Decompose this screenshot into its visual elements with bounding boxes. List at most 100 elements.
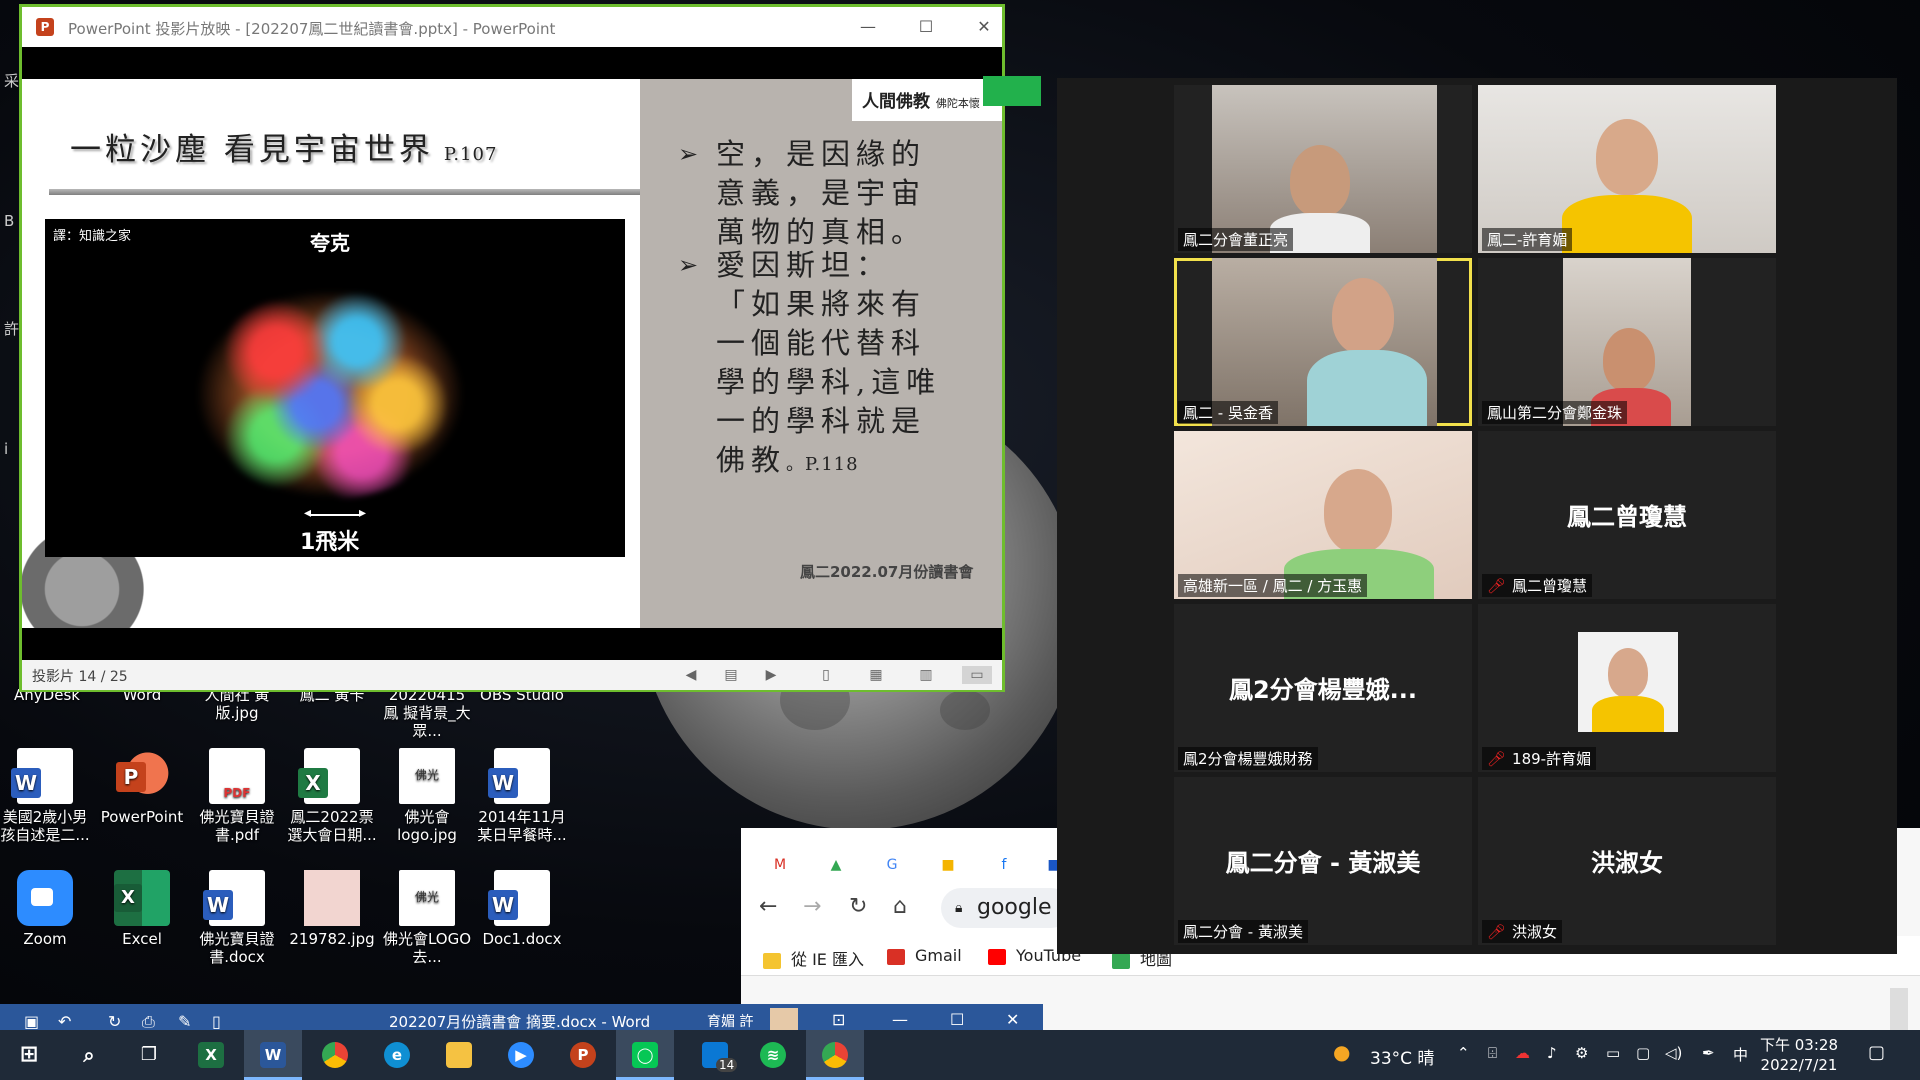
- desktop-icon[interactable]: Zoom: [0, 870, 90, 948]
- forward-icon[interactable]: →: [803, 894, 821, 919]
- desktop-icon-label: 2014年11月某日早餐時...: [477, 808, 567, 844]
- keep-icon[interactable]: ■: [935, 854, 961, 876]
- participant-tile-active-speaker[interactable]: 鳳二 - 吳金香: [1174, 258, 1472, 426]
- desktop-icon[interactable]: 鳳二2022票選大會日期...: [287, 748, 377, 844]
- meet-now-icon[interactable]: ⌹: [1488, 1044, 1497, 1062]
- minimize-button[interactable]: —: [892, 1010, 908, 1029]
- bookmark-gmail[interactable]: Gmail: [887, 946, 962, 965]
- gmail-icon[interactable]: M: [767, 854, 793, 876]
- taskbar-store[interactable]: 14: [686, 1030, 744, 1080]
- chevron-up-icon[interactable]: ⌃: [1457, 1044, 1470, 1062]
- taskbar-line[interactable]: ◯: [616, 1030, 674, 1080]
- participant-tile[interactable]: 🎤︎ 189-許育媚: [1478, 604, 1776, 772]
- undo-icon[interactable]: ↶: [58, 1012, 71, 1031]
- reload-icon[interactable]: ↻: [849, 894, 867, 919]
- word-doc-icon: [11, 748, 73, 804]
- clock-date: 2022/7/21: [1760, 1056, 1838, 1074]
- bookmark-label: 從 IE 匯入: [791, 950, 865, 969]
- participant-name: 鳳二-許育媚: [1482, 228, 1573, 251]
- window-titlebar[interactable]: P PowerPoint 投影片放映 - [202207鳳二世紀讀書會.pptx…: [22, 7, 1002, 47]
- participant-name: 洪淑女: [1512, 923, 1558, 941]
- participant-tile[interactable]: 鳳2分會楊豐娥... 鳳2分會楊豐娥財務: [1174, 604, 1472, 772]
- taskbar-excel[interactable]: X: [182, 1030, 240, 1080]
- volume-icon[interactable]: ◁): [1665, 1044, 1682, 1062]
- desktop-icon-label: 219782.jpg: [289, 930, 375, 948]
- next-slide-icon[interactable]: ▶: [762, 666, 780, 684]
- facebook-icon[interactable]: f: [991, 854, 1017, 876]
- home-icon[interactable]: ⌂: [893, 894, 907, 919]
- desktop-icon[interactable]: 佛光會logo.jpg: [382, 748, 472, 844]
- scrollbar[interactable]: [1890, 988, 1908, 1030]
- participant-tile[interactable]: 洪淑女 🎤︎ 洪淑女: [1478, 777, 1776, 945]
- desktop-icon-label-partial[interactable]: 20220415 鳳 擬背景_大眾...: [382, 686, 472, 740]
- previous-slide-icon[interactable]: ◀: [682, 666, 700, 684]
- bookmark-folder[interactable]: 從 IE 匯入: [763, 946, 864, 970]
- start-button[interactable]: ⊞: [0, 1030, 58, 1080]
- microphone-icon[interactable]: ♪: [1547, 1044, 1557, 1062]
- participant-tile[interactable]: 鳳二分會董正亮: [1174, 85, 1472, 253]
- desktop-icon[interactable]: 美國2歲小男孩自述是二...: [0, 748, 90, 844]
- save-icon[interactable]: ▣: [24, 1012, 39, 1031]
- minimize-button[interactable]: —: [856, 15, 880, 39]
- weather-text[interactable]: 33°C 晴: [1370, 1044, 1434, 1069]
- slide-title-text: 一粒沙塵 看見宇宙世界: [70, 132, 434, 168]
- desktop-icon[interactable]: 佛光會LOGO 去...: [382, 870, 472, 966]
- ime-indicator[interactable]: 中: [1733, 1044, 1748, 1065]
- security-icon[interactable]: ⚙: [1575, 1044, 1588, 1062]
- desktop-icon[interactable]: 2014年11月某日早餐時...: [477, 748, 567, 844]
- notification-icon[interactable]: ▢: [1868, 1042, 1885, 1063]
- maximize-button[interactable]: ☐: [950, 1010, 964, 1029]
- desktop-icon[interactable]: Doc1.docx: [477, 870, 567, 948]
- network-icon[interactable]: ▢: [1636, 1044, 1650, 1062]
- participant-tile[interactable]: 鳳二曾瓊慧 🎤︎ 鳳二曾瓊慧: [1478, 431, 1776, 599]
- participant-tile[interactable]: 鳳二-許育媚: [1478, 85, 1776, 253]
- powerpoint-window: P PowerPoint 投影片放映 - [202207鳳二世紀讀書會.pptx…: [19, 4, 1005, 692]
- close-button[interactable]: ✕: [972, 15, 996, 39]
- taskbar-chrome-2[interactable]: [806, 1030, 864, 1080]
- taskbar-chrome[interactable]: [306, 1030, 364, 1080]
- print-preview-icon[interactable]: ⎙: [142, 1012, 155, 1032]
- taskbar-word[interactable]: W: [244, 1030, 302, 1080]
- taskbar-powerpoint[interactable]: P: [554, 1030, 612, 1080]
- taskbar-spotify[interactable]: ≋: [744, 1030, 802, 1080]
- word-user-name[interactable]: 育媚 許: [707, 1011, 753, 1031]
- new-doc-icon[interactable]: ▯: [212, 1012, 221, 1031]
- close-button[interactable]: ✕: [1006, 1010, 1019, 1029]
- desktop-icon[interactable]: PowerPoint: [97, 748, 187, 826]
- participant-tile[interactable]: 高雄新一區 / 鳳二 / 方玉惠: [1174, 431, 1472, 599]
- slide-logo: 人間佛教 佛陀本懷: [852, 79, 1002, 121]
- desktop-icon[interactable]: Excel: [97, 870, 187, 948]
- battery-icon[interactable]: ▭: [1606, 1044, 1620, 1062]
- participant-tile[interactable]: 鳳二分會 - 黃淑美 鳳二分會 - 黃淑美: [1174, 777, 1472, 945]
- drive-icon[interactable]: ▲: [823, 854, 849, 876]
- task-view-button[interactable]: ❐: [120, 1030, 178, 1080]
- participant-tile[interactable]: 鳳山第二分會鄭金珠: [1478, 258, 1776, 426]
- slide-sorter-icon[interactable]: ▦: [867, 666, 885, 684]
- weather-icon[interactable]: ●: [1333, 1040, 1350, 1064]
- system-clock[interactable]: 下午 03:28 2022/7/21: [1760, 1035, 1838, 1075]
- google-icon[interactable]: G: [879, 854, 905, 876]
- back-icon[interactable]: ←: [759, 894, 777, 919]
- normal-view-icon[interactable]: ▯: [817, 666, 835, 684]
- slide-canvas[interactable]: 一粒沙塵 看見宇宙世界 P.107 譯：知識之家 夸克 1飛米 人間佛教 佛陀本懷…: [22, 79, 1002, 628]
- address-bar[interactable]: 🔒︎ google: [941, 888, 1071, 928]
- taskbar-edge[interactable]: e: [368, 1030, 426, 1080]
- ribbon-display-icon[interactable]: ⊡: [832, 1010, 845, 1029]
- desktop-edge-text: i: [4, 440, 9, 458]
- maximize-button[interactable]: ☐: [914, 15, 938, 39]
- taskbar-zoom[interactable]: ▶: [492, 1030, 550, 1080]
- search-button[interactable]: ⌕: [60, 1030, 118, 1080]
- desktop-icon[interactable]: PDF 佛光寶貝證書.pdf: [192, 748, 282, 844]
- slide-menu-icon[interactable]: ▤: [722, 666, 740, 684]
- pen-icon[interactable]: ✒: [1702, 1044, 1715, 1062]
- slideshow-view-icon[interactable]: ▭: [962, 666, 992, 684]
- desktop-icon[interactable]: 219782.jpg: [287, 870, 377, 948]
- reading-view-icon[interactable]: ▥: [917, 666, 935, 684]
- desktop-icon-label: 佛光會logo.jpg: [397, 808, 457, 844]
- draw-icon[interactable]: ✎: [178, 1012, 191, 1031]
- onedrive-icon[interactable]: ☁: [1515, 1044, 1530, 1062]
- folder-icon: [763, 952, 781, 969]
- taskbar-file-explorer[interactable]: [430, 1030, 488, 1080]
- desktop-icon[interactable]: 佛光寶貝證書.docx: [192, 870, 282, 966]
- redo-icon[interactable]: ↻: [108, 1012, 121, 1031]
